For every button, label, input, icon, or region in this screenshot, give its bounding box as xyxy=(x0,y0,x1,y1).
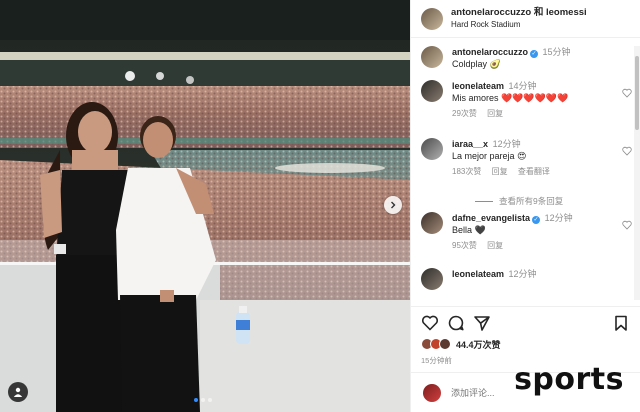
post-side-panel: antonelaroccuzzo 和 leomessi Hard Rock St… xyxy=(410,0,640,412)
heart-icon[interactable] xyxy=(421,314,439,332)
comment-likes[interactable]: 29次赞 xyxy=(452,109,477,118)
comment-time: 12分钟 xyxy=(508,269,537,279)
post-actions: 44.4万次赞 15分钟前 xyxy=(411,306,640,366)
comments-scrollbar[interactable] xyxy=(634,46,640,300)
comment-time: 12分钟 xyxy=(544,213,573,223)
post-location[interactable]: Hard Rock Stadium xyxy=(451,19,587,31)
current-user-avatar xyxy=(423,383,441,402)
reply-button[interactable]: 回复 xyxy=(487,241,503,250)
heart-icon[interactable] xyxy=(622,220,632,230)
avatar[interactable] xyxy=(421,212,443,234)
post-authors[interactable]: antonelaroccuzzo 和 leomessi xyxy=(451,7,587,19)
reply-button[interactable]: 回复 xyxy=(492,167,508,176)
bookmark-icon[interactable] xyxy=(612,314,630,332)
carousel-next-button[interactable] xyxy=(384,196,402,214)
verified-icon: ✓ xyxy=(530,50,539,58)
avatar xyxy=(439,338,451,350)
likes-summary[interactable]: 44.4万次赞 xyxy=(421,337,630,351)
comment-text: Bella 🖤 xyxy=(452,225,486,235)
carousel-dot xyxy=(208,398,212,402)
caption: antonelaroccuzzo ✓ 15分钟 Coldplay 🥑 xyxy=(411,46,632,80)
comment-time: 12分钟 xyxy=(492,139,521,149)
caption-text: Coldplay 🥑 xyxy=(452,59,501,69)
carousel-dot-active xyxy=(194,398,198,402)
avatar[interactable] xyxy=(421,268,443,290)
post-photo[interactable] xyxy=(0,0,410,412)
avatar[interactable] xyxy=(421,80,443,102)
sports-watermark: sports xyxy=(514,362,624,397)
comment-icon[interactable] xyxy=(447,314,465,332)
carousel-dots xyxy=(194,398,212,402)
comment-user[interactable]: dafne_evangelista xyxy=(452,213,530,223)
heart-icon[interactable] xyxy=(622,146,632,156)
verified-icon: ✓ xyxy=(532,216,541,224)
view-replies-button[interactable]: 查看所有9条回复 xyxy=(475,190,632,212)
share-icon[interactable] xyxy=(473,314,491,332)
translate-button[interactable]: 查看翻译 xyxy=(518,167,550,176)
list-item: leonelateam 12分钟 xyxy=(411,268,632,298)
comment-likes[interactable]: 95次赞 xyxy=(452,241,477,250)
reply-button[interactable]: 回复 xyxy=(487,109,503,118)
comment-likes[interactable]: 183次赞 xyxy=(452,167,481,176)
comment-user[interactable]: leonelateam xyxy=(452,269,504,279)
heart-icon[interactable] xyxy=(622,88,632,98)
comment-text: La mejor pareja 😍 xyxy=(452,151,527,161)
stadium-photo-image xyxy=(0,0,410,412)
comment-time: 14分钟 xyxy=(508,81,537,91)
likes-count[interactable]: 44.4万次赞 xyxy=(456,338,501,351)
view-replies-label: 查看所有9条回复 xyxy=(499,196,564,206)
post-header: antonelaroccuzzo 和 leomessi Hard Rock St… xyxy=(411,0,640,38)
chevron-right-icon xyxy=(391,201,396,209)
list-item: leonelateam 14分钟 Mis amores ❤️❤️❤️❤️❤️❤️… xyxy=(411,80,632,138)
comment-list: antonelaroccuzzo ✓ 15分钟 Coldplay 🥑 leonel… xyxy=(411,46,632,300)
carousel-dot xyxy=(201,398,205,402)
comment-user[interactable]: iaraa__x xyxy=(452,139,488,149)
tag-user-button[interactable] xyxy=(8,382,28,402)
comment-user[interactable]: leonelateam xyxy=(452,81,504,91)
list-item: dafne_evangelista ✓ 12分钟 Bella 🖤 95次赞 回复 xyxy=(411,212,632,268)
author-avatar[interactable] xyxy=(421,7,443,30)
comment-text: Mis amores ❤️❤️❤️❤️❤️❤️ xyxy=(452,93,569,103)
caption-time: 15分钟 xyxy=(542,47,571,57)
avatar[interactable] xyxy=(421,138,443,160)
liker-avatars xyxy=(421,338,451,350)
caption-user[interactable]: antonelaroccuzzo xyxy=(452,47,528,57)
tag-user-icon xyxy=(13,387,23,397)
list-item: iaraa__x 12分钟 La mejor pareja 😍 183次赞 回复… xyxy=(411,138,632,190)
avatar[interactable] xyxy=(421,46,443,68)
scrollbar-thumb[interactable] xyxy=(635,56,639,130)
